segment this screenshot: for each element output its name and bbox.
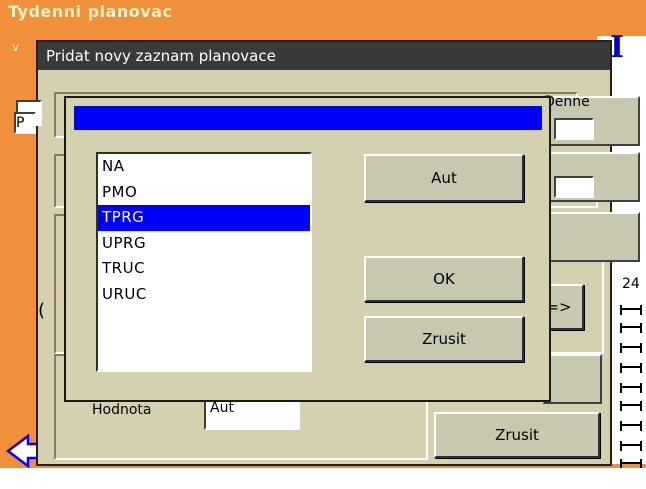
ok-button[interactable]: OK (364, 256, 524, 302)
zrusit-button[interactable]: Zrusit (364, 316, 524, 362)
ruler-tick (620, 383, 642, 393)
list-item[interactable]: PMO (98, 180, 310, 206)
list-item[interactable]: URUC (98, 282, 310, 308)
code-select-dialog: NA PMO TPRG UPRG TRUC URUC Aut OK Zrusit (64, 96, 551, 402)
daily-input[interactable] (554, 118, 594, 140)
ruler-tick (620, 363, 642, 373)
background-footer (0, 468, 646, 489)
side-button-4[interactable] (542, 354, 602, 404)
background-window-title: Tydenni planovac (8, 2, 173, 21)
background-subtitle: v (12, 40, 20, 54)
list-item[interactable]: UPRG (98, 231, 310, 257)
code-select-title-bar (74, 106, 542, 130)
left-bracket: ( (38, 300, 46, 321)
zrusit-button-background[interactable]: Zrusit (434, 412, 600, 458)
list-item[interactable]: NA (98, 154, 310, 180)
column-p-header: P (14, 112, 36, 134)
list-item-selected[interactable]: TPRG (98, 205, 310, 231)
scale-label: 24 (622, 276, 640, 292)
dialog-title: Pridat novy zaznam planovace (38, 42, 610, 70)
ruler-tick (620, 343, 642, 353)
aut-button[interactable]: Aut (364, 154, 524, 202)
ruler-tick (620, 421, 642, 431)
hodnota-field[interactable]: Aut (204, 398, 300, 430)
ruler-tick (620, 441, 642, 451)
info-icon: I (610, 30, 625, 65)
list-item[interactable]: TRUC (98, 256, 310, 282)
side-button-3[interactable] (548, 212, 640, 262)
value-input[interactable] (554, 176, 594, 198)
ruler-tick (620, 323, 642, 333)
hodnota-label: Hodnota (92, 402, 152, 418)
ruler-tick (620, 459, 642, 469)
code-listbox[interactable]: NA PMO TPRG UPRG TRUC URUC (96, 152, 312, 372)
ruler-tick (620, 305, 642, 315)
ruler-tick (620, 401, 642, 411)
